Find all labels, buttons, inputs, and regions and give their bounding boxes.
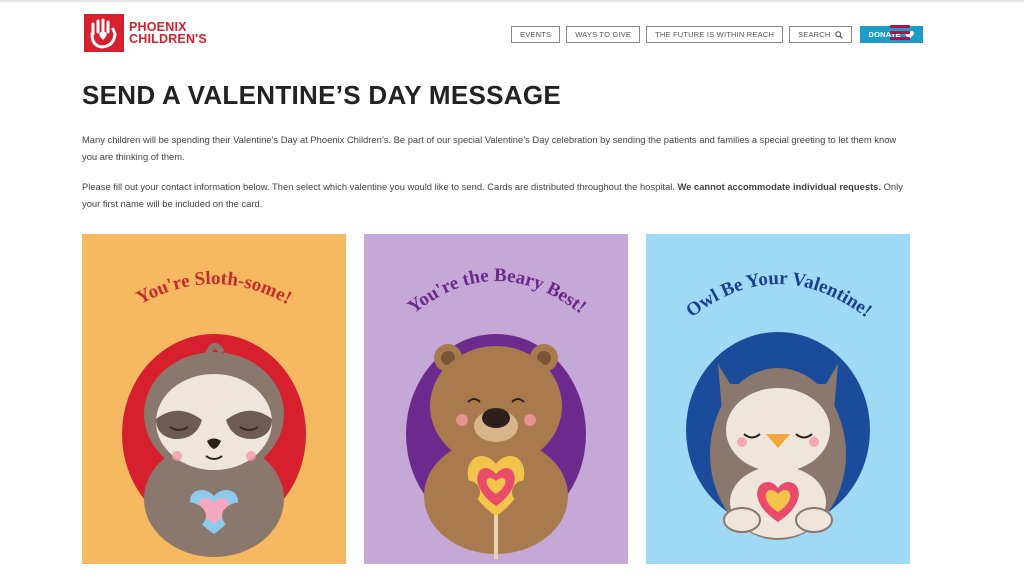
hand-heart-logo-icon (84, 14, 124, 52)
phoenix-childrens-logo[interactable]: PHOENIX CHILDREN'S (84, 14, 207, 52)
nav-ways-to-give-button[interactable]: WAYS TO GIVE (566, 26, 641, 43)
logo-wordmark: PHOENIX CHILDREN'S (129, 21, 207, 46)
search-label: SEARCH (798, 30, 831, 39)
search-button[interactable]: SEARCH (789, 26, 852, 43)
top-border (0, 0, 1024, 2)
nav-events-button[interactable]: EVENTS (511, 26, 561, 43)
valentine-card-sloth[interactable]: You're Sloth-some! (82, 234, 346, 564)
valentine-card-bear[interactable]: You're the Beary Best! (364, 234, 628, 564)
search-icon (834, 30, 843, 39)
valentine-card-owl[interactable]: Owl Be Your Valentine! (646, 234, 910, 564)
logo-line-2: CHILDREN'S (129, 32, 207, 46)
page-title: SEND A VALENTINE’S DAY MESSAGE (82, 80, 562, 110)
valentine-cards: You're Sloth-some! You're the Beary Best… (82, 234, 910, 564)
intro-paragraph: Many children will be spending their Val… (82, 134, 897, 162)
hamburger-menu-icon[interactable] (890, 25, 910, 41)
top-nav: EVENTS WAYS TO GIVE THE FUTURE IS WITHIN… (511, 26, 923, 43)
instructions-text-1: Please fill out your contact information… (82, 181, 678, 192)
instructions-bold: We cannot accommodate individual request… (677, 181, 882, 192)
nav-future-button[interactable]: THE FUTURE IS WITHIN REACH (646, 26, 784, 43)
instructions-paragraph: Please fill out your contact information… (82, 178, 912, 212)
